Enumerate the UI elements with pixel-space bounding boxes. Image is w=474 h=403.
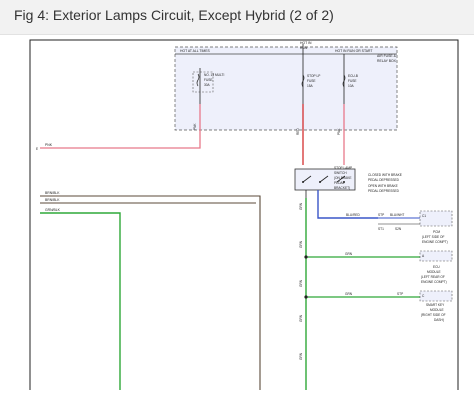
pcm-wire-blu: BLU/WHT bbox=[390, 213, 404, 217]
pnk-vertical-label: PNK bbox=[193, 123, 197, 130]
ecu-label-2: MODULE bbox=[427, 270, 441, 274]
grn-code-5: GRN bbox=[299, 352, 303, 360]
legend-open-2: PEDAL DEPRESSED bbox=[368, 189, 400, 193]
brn-blk-wire-1 bbox=[40, 195, 261, 390]
switch-label-1: STOP LAMP bbox=[334, 166, 352, 170]
multi-fuse-label-1: NO. 13 bbox=[204, 73, 214, 77]
legend-open-1: OPEN WITH BRAKE bbox=[368, 184, 398, 188]
switch-node-1 bbox=[302, 181, 304, 183]
blu-wire-label: BLU/RED bbox=[346, 213, 361, 217]
brn-blk-label-2: BRN/BLK bbox=[45, 198, 60, 202]
brn-blk-label-1: BRN/BLK bbox=[45, 191, 60, 195]
legend-closed-2: PEDAL DEPRESSED bbox=[368, 178, 400, 182]
switch-label-4: PEDAL bbox=[334, 181, 345, 185]
wiring-diagram: HOT AT ALL TIMES HOT IN RUN HOT IN RUN O… bbox=[29, 39, 459, 390]
pcm-label-1: PCM bbox=[433, 230, 440, 234]
figure-title: Fig 4: Exterior Lamps Circuit, Except Hy… bbox=[14, 7, 334, 23]
switch-node-2 bbox=[319, 181, 321, 183]
smart-label-3: (RIGHT SIDE OF bbox=[421, 313, 446, 317]
fuse-box-name-1: AIR FUSE & bbox=[377, 54, 397, 58]
smart-label-2: MODULE bbox=[430, 308, 444, 312]
ecu-fuse-label-1: ECU-B bbox=[348, 74, 358, 78]
connector-tag-4: E bbox=[36, 147, 38, 151]
splice-2 bbox=[304, 295, 308, 299]
grn-blk-label: GRN/BLK bbox=[45, 208, 61, 212]
multi-fuse-label-2: MULTI bbox=[215, 73, 224, 77]
smart-label-1: SMART KEY bbox=[426, 303, 445, 307]
ecu-module bbox=[419, 250, 453, 262]
hot-in-run-label-2: RUN bbox=[300, 46, 308, 50]
switch-label-5: BRACKET) bbox=[334, 186, 350, 190]
connector-tag-1: C1 bbox=[422, 214, 426, 218]
grn-code-1: GRN bbox=[299, 202, 303, 210]
hot-in-run-label-1: HOT IN bbox=[300, 41, 312, 45]
ecu-label-1: ECU bbox=[433, 265, 440, 269]
smart-key-module bbox=[419, 290, 453, 302]
ecu-label-3: (LEFT REAR OF bbox=[421, 275, 445, 279]
grn-code-2: GRN bbox=[299, 240, 303, 248]
pcm-pin-3: S2N bbox=[395, 227, 402, 231]
smart-label-4: DASH) bbox=[434, 318, 444, 322]
switch-label-3: (ON BRAKE bbox=[334, 176, 352, 180]
grn-code-4: GRN bbox=[299, 314, 303, 322]
red-wire-label: RED bbox=[296, 128, 300, 135]
stop-fuse-label-3: 15A bbox=[307, 84, 314, 88]
stop-fuse-label-1: STOP LP bbox=[307, 74, 320, 78]
grn-blk-wire bbox=[40, 212, 121, 390]
legend-closed-1: CLOSED WITH BRAKE bbox=[368, 173, 402, 177]
fuse-box-name-2: RELAY BOX bbox=[377, 59, 397, 63]
grn-branch-1-label: GRN bbox=[345, 252, 353, 256]
ecu-label-4: ENGINE COMPT) bbox=[421, 280, 447, 284]
splice-1 bbox=[304, 255, 308, 259]
pnk-right-label: PNK bbox=[337, 128, 341, 135]
smart-pin: STP bbox=[397, 292, 403, 296]
hot-run-start-label: HOT IN RUN OR START bbox=[335, 49, 373, 53]
pcm-label-3: ENGINE COMPT) bbox=[422, 240, 448, 244]
pcm-pin-1: STP bbox=[378, 213, 384, 217]
ecu-fuse-label-3: 10A bbox=[348, 84, 355, 88]
multi-fuse-label-3: FUSE bbox=[204, 78, 213, 82]
stop-fuse-label-2: FUSE bbox=[307, 79, 316, 83]
fuse-box-outline bbox=[174, 46, 398, 131]
pcm-label-2: (LEFT SIDE OF bbox=[422, 235, 444, 239]
switch-label-2: SWITCH bbox=[334, 171, 347, 175]
ecu-fuse-label-2: FUSE bbox=[348, 79, 357, 83]
grn-code-3: GRN bbox=[299, 279, 303, 287]
multi-fuse-label-4: 30A bbox=[204, 83, 211, 87]
hot-at-all-times-label: HOT AT ALL TIMES bbox=[180, 49, 211, 53]
pcm-pin-2: ST1 bbox=[378, 227, 384, 231]
title-bar: Fig 4: Exterior Lamps Circuit, Except Hy… bbox=[0, 0, 474, 35]
pnk-left-label: PNK bbox=[45, 143, 53, 147]
grn-branch-2-label: GRN bbox=[345, 292, 353, 296]
